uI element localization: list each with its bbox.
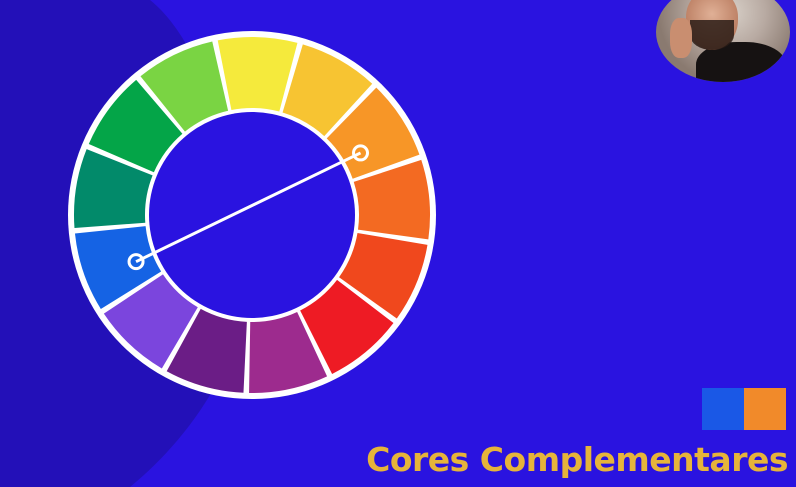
wheel-center (149, 112, 355, 318)
swatch-blue (702, 388, 744, 430)
color-wheel (68, 31, 436, 399)
color-wheel-slide (0, 0, 436, 487)
swatch-orange (744, 388, 786, 430)
slide-caption: Cores Complementares (366, 440, 788, 479)
